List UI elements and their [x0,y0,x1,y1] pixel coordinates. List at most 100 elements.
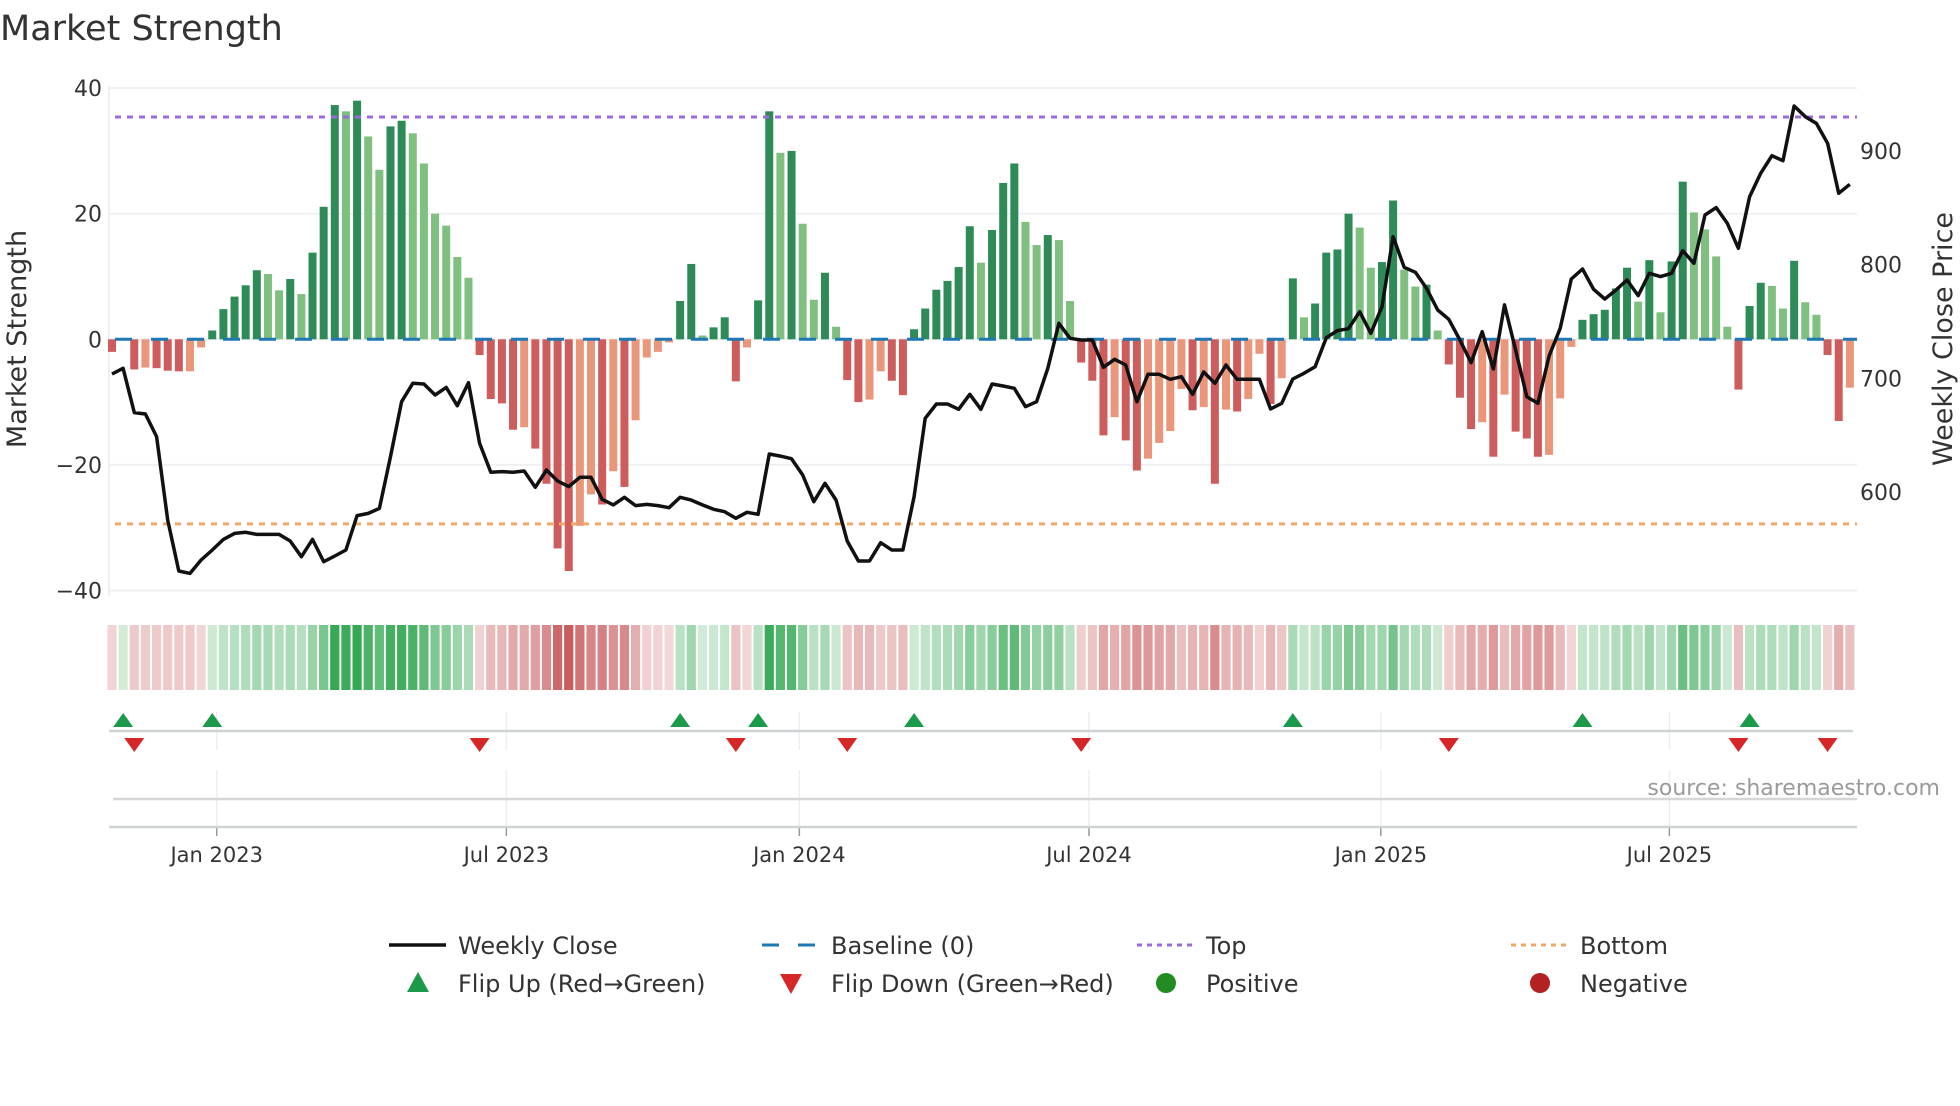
strip-cell [619,625,630,690]
strip-cell [1210,625,1220,690]
strength-bar [1433,330,1442,340]
strip-cell [1232,625,1242,690]
strength-bar [731,339,740,382]
strip-cell [1076,625,1086,690]
strip-cell [519,625,529,690]
strength-bar [1756,282,1765,340]
circle-negative-icon [1530,973,1550,993]
y2-tick-label: 600 [1860,481,1902,506]
strength-bar [464,277,473,340]
strip-cell [163,625,173,690]
strip-cell [1822,625,1833,690]
strip-cell [1065,625,1075,690]
strength-bar [520,339,529,428]
strip-cell [909,625,919,690]
strip-cell [285,625,295,690]
strip-cell [1611,625,1621,690]
strength-bar [1311,303,1320,340]
x-tick-label: Jul 2025 [1625,843,1712,867]
legend-tri-down-label: Flip Down (Green→Red) [831,970,1114,998]
strip-cell [1789,625,1799,690]
strip-cell [1421,625,1432,690]
strength-bar [141,339,150,368]
strip-cell [397,625,407,690]
strength-bar [1021,221,1030,340]
strip-cell [174,625,184,690]
strip-cell [463,625,474,690]
source-credit: source: sharemaestro.com [1647,776,1940,801]
strip-cell [1243,625,1253,690]
strength-bar [263,273,272,340]
strip-cell [1444,625,1454,690]
strip-cell [1533,625,1543,690]
strip-cell [1700,625,1710,690]
strip-cell [931,625,941,690]
strip-cell [229,625,240,690]
strength-bar [1121,339,1130,441]
strip-cell [1522,625,1532,690]
strength-bar [1043,235,1052,340]
strip-cell [920,625,930,690]
strip-cell [1043,625,1053,690]
strength-bar [887,339,896,381]
strip-cell [1288,625,1298,690]
circle-positive-icon [1156,973,1176,993]
strip-cell [798,625,808,690]
strip-cell [675,625,685,690]
strip-cell [1845,625,1855,690]
strength-bar [820,272,829,340]
strip-cell [1589,625,1599,690]
strip-cell [1343,625,1354,690]
strength-bar [531,339,540,449]
strength-bar [642,339,651,358]
strip-cell [274,625,284,690]
strip-cell [1154,625,1164,690]
y-tick-label: −20 [56,454,102,479]
strength-bar [542,339,551,484]
strength-bar [1010,163,1019,340]
strip-cell [263,625,273,690]
strip-cell [218,625,228,690]
strip-cell [1689,625,1699,690]
strength-bar [1077,339,1086,363]
strip-cell [151,625,162,690]
strength-bar [1333,249,1342,340]
strength-bar [798,223,807,340]
strength-bar [1099,339,1108,436]
strength-bar [854,339,863,403]
strength-bar [932,289,941,340]
strip-cell [586,625,596,690]
flip-markers [113,713,1838,752]
strip-cell [1633,625,1643,690]
strength-bar [275,290,284,340]
strip-cell [686,625,696,690]
strength-bar [252,270,261,340]
strength-bar [375,169,384,340]
strip-cell [1488,625,1498,690]
strength-bar [1578,319,1587,340]
strip-cell [1087,625,1097,690]
strip-cell [1110,625,1120,690]
strength-bar [709,327,718,340]
x-tick-label: Jul 2024 [1044,843,1131,867]
strength-bar [631,339,640,421]
y2-tick-label: 800 [1860,254,1902,279]
strip-cell [1811,625,1822,690]
strip-cell [1466,625,1476,690]
strip-cell [352,625,362,690]
strength-bar [1188,339,1197,411]
strength-bar [408,133,417,340]
strength-bar [1266,339,1275,404]
strip-cell [140,625,151,690]
strength-bar [620,339,629,487]
strength-bar [1790,260,1799,340]
strength-bar [453,257,462,340]
strip-cell [664,625,674,690]
y-tick-label: 0 [88,328,102,353]
strength-bar [1723,326,1732,340]
flip-up-marker [1572,713,1593,727]
strength-bar [397,120,406,340]
strip-cell [207,625,217,690]
strip-cell [998,625,1008,690]
strip-cell [408,625,418,690]
